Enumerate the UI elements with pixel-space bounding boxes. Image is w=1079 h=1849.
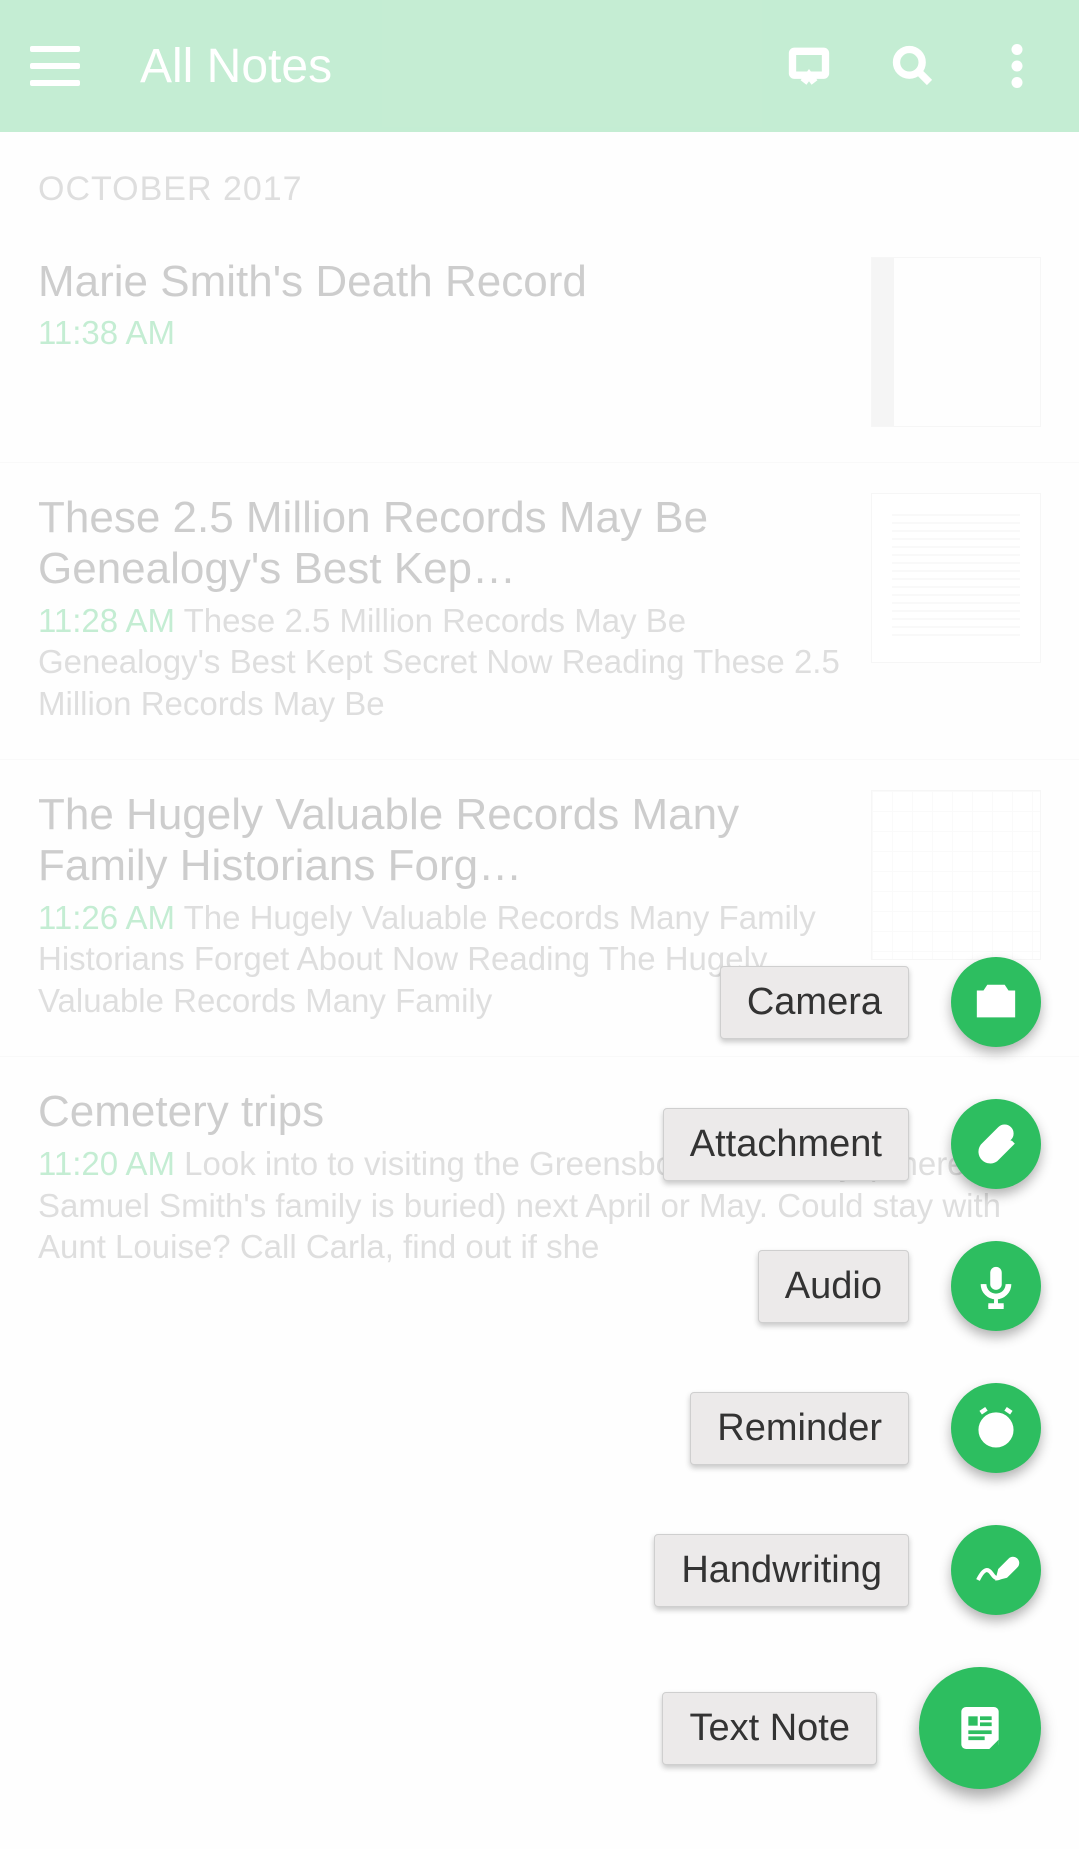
fab-item-handwriting[interactable]: Handwriting — [654, 1525, 1041, 1615]
fab-label: Attachment — [663, 1108, 909, 1181]
note-time: 11:38 AM — [38, 314, 175, 351]
fab-item-attachment[interactable]: Attachment — [663, 1099, 1041, 1189]
text-note-icon[interactable] — [919, 1667, 1041, 1789]
note-title: The Hugely Valuable Records Many Family … — [38, 790, 843, 891]
note-thumbnail — [871, 493, 1041, 663]
more-vertical-icon[interactable] — [985, 34, 1049, 98]
fab-label: Text Note — [662, 1692, 877, 1765]
fab-item-audio[interactable]: Audio — [758, 1241, 1041, 1331]
section-header: OCTOBER 2017 — [0, 132, 1079, 227]
note-snippet: 11:28 AM These 2.5 Million Records May B… — [38, 600, 843, 724]
microphone-icon[interactable] — [951, 1241, 1041, 1331]
note-item[interactable]: These 2.5 Million Records May Be Genealo… — [0, 463, 1079, 760]
note-item[interactable]: Marie Smith's Death Record 11:38 AM — [0, 227, 1079, 463]
fab-label: Reminder — [690, 1392, 909, 1465]
note-title: Marie Smith's Death Record — [38, 257, 843, 308]
camera-icon[interactable] — [951, 957, 1041, 1047]
alarm-icon[interactable] — [951, 1383, 1041, 1473]
fab-label: Camera — [720, 966, 909, 1039]
fab-label: Handwriting — [654, 1534, 909, 1607]
note-title: These 2.5 Million Records May Be Genealo… — [38, 493, 843, 594]
attachment-icon[interactable] — [951, 1099, 1041, 1189]
handwriting-icon[interactable] — [951, 1525, 1041, 1615]
menu-icon[interactable] — [30, 46, 80, 86]
app-header: All Notes — [0, 0, 1079, 132]
search-icon[interactable] — [881, 34, 945, 98]
note-thumbnail — [871, 257, 1041, 427]
fab-item-text-note[interactable]: Text Note — [662, 1667, 1041, 1789]
fab-menu: Camera Attachment Audio Reminder Handwri… — [654, 957, 1041, 1789]
fab-item-camera[interactable]: Camera — [720, 957, 1041, 1047]
fab-label: Audio — [758, 1250, 909, 1323]
presentation-icon[interactable] — [777, 34, 841, 98]
page-title: All Notes — [140, 39, 737, 94]
fab-item-reminder[interactable]: Reminder — [690, 1383, 1041, 1473]
note-thumbnail — [871, 790, 1041, 960]
